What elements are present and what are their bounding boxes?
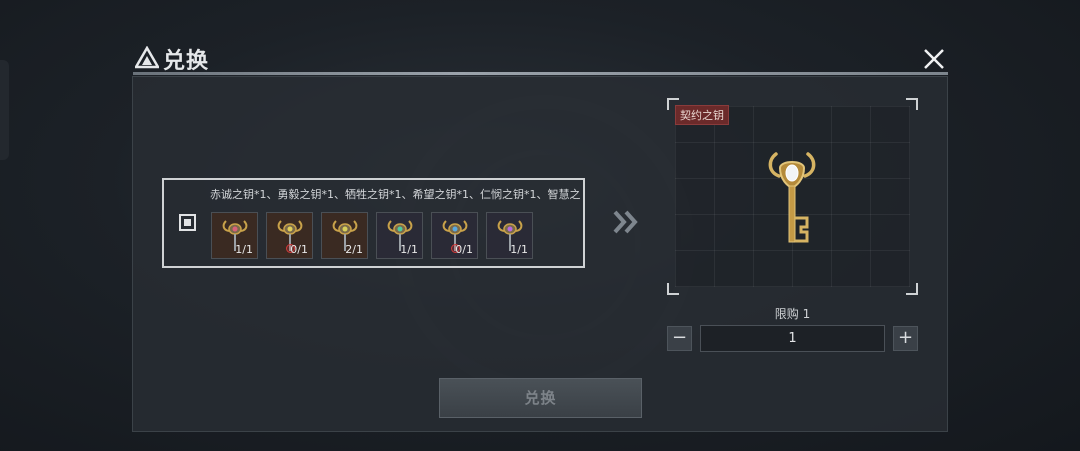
- item-count: 2/1: [345, 243, 363, 256]
- item-count: 1/1: [235, 243, 253, 256]
- side-tab[interactable]: [0, 60, 9, 160]
- increase-button[interactable]: +: [893, 326, 918, 351]
- cost-item-slot[interactable]: 1/1: [486, 212, 533, 259]
- close-icon[interactable]: [920, 45, 948, 73]
- cost-item-slot[interactable]: 0/1: [266, 212, 313, 259]
- cost-item-slot[interactable]: 0/1: [431, 212, 478, 259]
- golden-key-icon: [768, 152, 816, 243]
- purchase-limit: 限购 1: [774, 307, 811, 321]
- item-count: 0/1: [290, 243, 308, 256]
- cost-item-slot[interactable]: 1/1: [376, 212, 423, 259]
- title-divider: [133, 72, 948, 75]
- window-title: 兑换: [163, 49, 210, 74]
- title-logo-icon: [135, 46, 159, 69]
- exchange-button[interactable]: 兑换: [439, 378, 642, 418]
- cost-item-slot[interactable]: 1/1: [211, 212, 258, 259]
- double-chevron-right-icon: [613, 210, 638, 234]
- quantity-input[interactable]: 1: [700, 325, 885, 352]
- reward-name-tag: 契约之钥: [675, 105, 729, 125]
- cost-description: 赤诚之钥*1、勇毅之钥*1、牺牲之钥*1、希望之钥*1、仁悯之钥*1、智慧之: [210, 188, 581, 201]
- cost-option-checkbox[interactable]: [179, 214, 196, 231]
- title-bar: 兑换: [133, 42, 948, 76]
- cost-item-slot[interactable]: 2/1: [321, 212, 368, 259]
- decrease-button[interactable]: −: [667, 326, 692, 351]
- item-count: 0/1: [455, 243, 473, 256]
- item-count: 1/1: [510, 243, 528, 256]
- item-count: 1/1: [400, 243, 418, 256]
